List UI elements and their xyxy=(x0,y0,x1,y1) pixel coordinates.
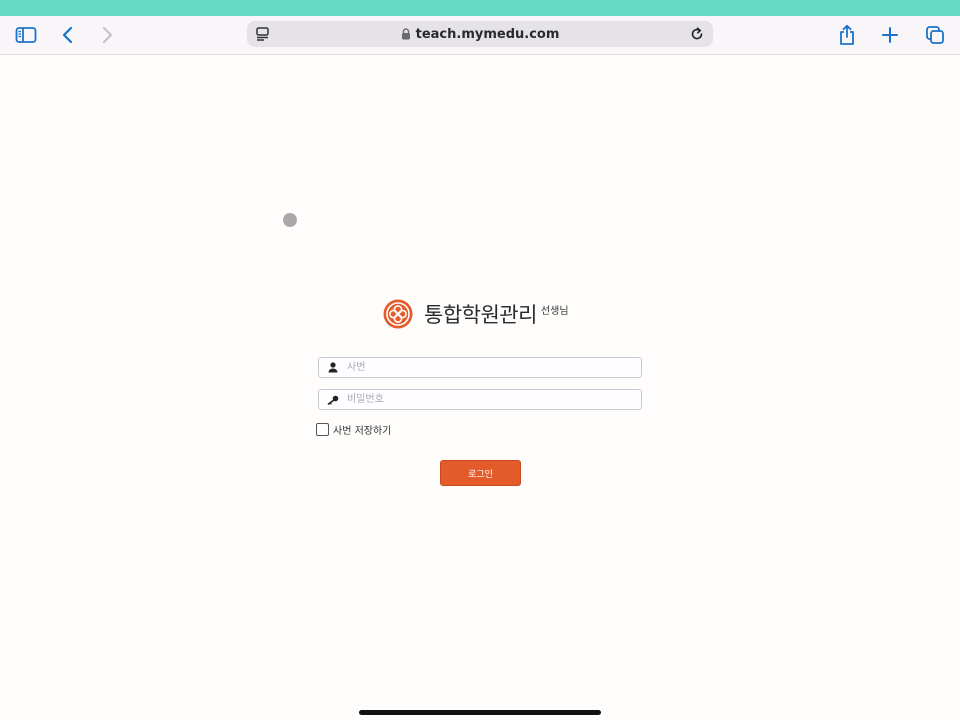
forward-button[interactable] xyxy=(92,20,122,50)
url-text: teach.mymedu.com xyxy=(415,26,560,42)
brand-header: 통합학원관리 선생님 xyxy=(383,298,569,330)
chevron-right-icon xyxy=(103,27,112,43)
login-button[interactable]: 로그인 xyxy=(440,460,521,486)
share-button[interactable] xyxy=(832,20,862,50)
user-icon xyxy=(319,358,347,377)
reload-icon xyxy=(691,27,703,40)
status-bar xyxy=(0,0,960,16)
employee-id-field[interactable] xyxy=(318,357,642,378)
sidebar-icon xyxy=(15,27,37,43)
remember-id-checkbox[interactable] xyxy=(316,422,329,436)
lock-icon xyxy=(401,28,410,40)
key-icon xyxy=(319,390,347,409)
brand-title: 통합학원관리 xyxy=(424,303,537,327)
url-display: teach.mymedu.com xyxy=(247,21,713,47)
share-icon xyxy=(840,24,854,45)
new-tab-button[interactable] xyxy=(875,20,905,50)
home-indicator xyxy=(359,710,601,715)
plus-icon xyxy=(882,27,898,43)
reload-button[interactable] xyxy=(687,24,707,44)
password-field[interactable] xyxy=(318,389,642,410)
password-input[interactable] xyxy=(347,390,641,409)
employee-id-input[interactable] xyxy=(347,358,641,377)
back-button[interactable] xyxy=(53,20,83,50)
remember-id-label[interactable]: 사번 저장하기 xyxy=(333,422,391,437)
remember-id-row: 사번 저장하기 xyxy=(316,421,391,437)
tabs-overview-button[interactable] xyxy=(920,20,950,50)
chevron-left-icon xyxy=(62,26,73,44)
browser-toolbar: teach.mymedu.com xyxy=(0,16,960,55)
address-bar[interactable]: teach.mymedu.com xyxy=(247,21,713,47)
brand-logo-icon xyxy=(383,299,413,329)
tabs-overview-icon xyxy=(926,26,944,44)
brand-subtitle: 선생님 xyxy=(540,306,569,317)
sidebar-button[interactable] xyxy=(11,20,41,50)
loading-indicator xyxy=(283,213,297,227)
